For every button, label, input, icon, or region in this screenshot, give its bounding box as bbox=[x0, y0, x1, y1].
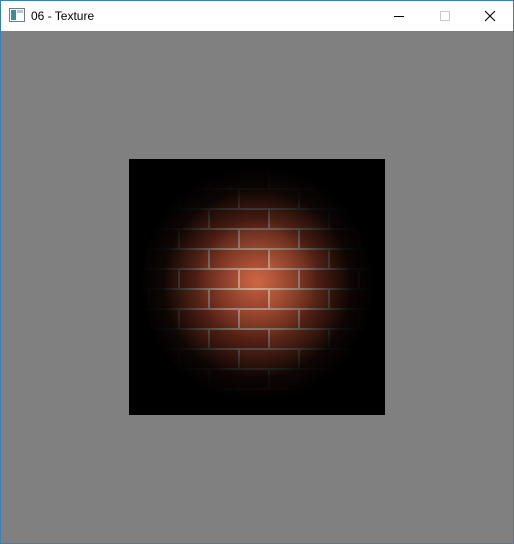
maximize-icon bbox=[440, 11, 450, 21]
brick-wall-texture bbox=[129, 159, 385, 415]
window-title: 06 - Texture bbox=[31, 9, 95, 23]
title-bar[interactable]: 06 - Texture bbox=[1, 1, 513, 31]
minimize-button[interactable] bbox=[376, 1, 422, 31]
close-icon bbox=[484, 10, 496, 22]
app-window: 06 - Texture bbox=[0, 0, 514, 544]
brick-texture-quad bbox=[129, 159, 385, 415]
minimize-icon bbox=[394, 16, 404, 17]
application-window-icon[interactable] bbox=[9, 8, 25, 22]
render-viewport[interactable] bbox=[1, 31, 513, 543]
maximize-button[interactable] bbox=[422, 1, 468, 31]
close-button[interactable] bbox=[467, 1, 513, 31]
